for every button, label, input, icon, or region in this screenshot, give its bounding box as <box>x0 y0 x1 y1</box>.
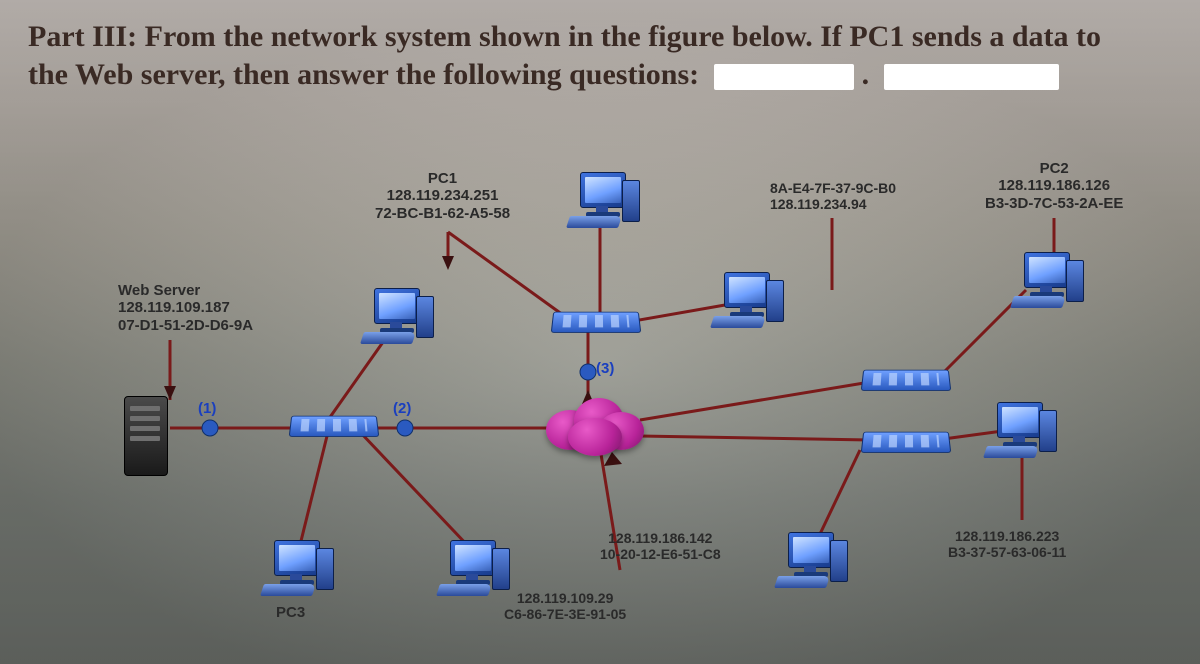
web-server-icon <box>118 396 172 474</box>
pc-upper-left <box>362 288 432 344</box>
diagram-stage: Web Server 128.119.109.187 07-D1-51-2D-D… <box>0 0 1200 664</box>
pc-bottom-mid <box>438 540 508 596</box>
router-if-b-mac: 10-20-12-E6-51-C8 <box>600 546 721 562</box>
router-if-c-label: 128.119.109.29 C6-86-7E-3E-91-05 <box>504 590 626 622</box>
pc2-ip: 128.119.186.126 <box>998 177 1110 194</box>
router-if-c-ip: 128.119.109.29 <box>517 590 614 606</box>
host-d-ip: 128.119.186.223 <box>955 528 1059 544</box>
web-server-mac: 07-D1-51-2D-D6-9A <box>118 317 253 334</box>
web-server-label: Web Server 128.119.109.187 07-D1-51-2D-D… <box>118 282 253 334</box>
pc2-name: PC2 <box>1040 160 1069 177</box>
router-if-a-mac: 8A-E4-7F-37-9C-B0 <box>770 180 896 196</box>
switch-left <box>290 414 376 446</box>
link-2-label: (2) <box>393 400 411 417</box>
router-if-b-ip: 128.119.186.142 <box>608 530 712 546</box>
pc3-icon <box>262 540 332 596</box>
pc3-label: PC3 <box>276 604 305 621</box>
router-if-a-label: 8A-E4-7F-37-9C-B0 128.119.234.94 <box>770 180 896 212</box>
switch-right-bot <box>862 430 948 462</box>
host-d-mac: B3-37-57-63-06-11 <box>948 544 1066 560</box>
pc2-label: PC2 128.119.186.126 B3-3D-7C-53-2A-EE <box>985 160 1123 212</box>
web-server-name: Web Server <box>118 282 200 299</box>
pc1-ip: 128.119.234.251 <box>387 187 499 204</box>
pc-right-mid <box>985 402 1055 458</box>
router-if-a-ip: 128.119.234.94 <box>770 196 867 212</box>
host-d-label: 128.119.186.223 B3-37-57-63-06-11 <box>948 528 1066 560</box>
switch-mid <box>552 310 638 342</box>
pc1-mac: 72-BC-B1-62-A5-58 <box>375 205 510 222</box>
router-cloud <box>540 392 650 462</box>
pc-top-center <box>568 172 638 228</box>
switch-right-top <box>862 368 948 400</box>
router-if-b-label: 128.119.186.142 10-20-12-E6-51-C8 <box>600 530 721 562</box>
pc1-label: PC1 128.119.234.251 72-BC-B1-62-A5-58 <box>375 170 510 222</box>
link-1-label: (1) <box>198 400 216 417</box>
pc2-icon <box>1012 252 1082 308</box>
link-3-label: (3) <box>596 360 614 377</box>
pc1-name: PC1 <box>428 170 457 187</box>
router-if-c-mac: C6-86-7E-3E-91-05 <box>504 606 626 622</box>
web-server-ip: 128.119.109.187 <box>118 299 230 316</box>
pc2-mac: B3-3D-7C-53-2A-EE <box>985 195 1123 212</box>
pc3-name: PC3 <box>276 604 305 621</box>
pc-bottom-right <box>776 532 846 588</box>
pc-mid-right <box>712 272 782 328</box>
